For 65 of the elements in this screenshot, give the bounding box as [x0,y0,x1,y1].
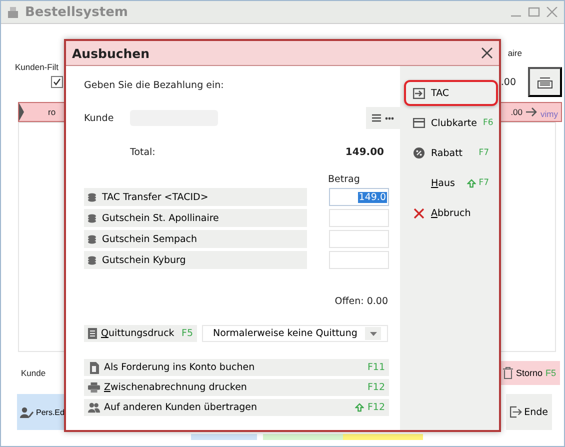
printer-icon [88,382,100,393]
coins-icon [87,213,98,223]
document-icon [88,362,100,374]
receipt-button[interactable] [528,67,562,97]
dialog-title: Ausbuchen [72,46,150,60]
close-icon [413,208,425,218]
close-button[interactable] [481,47,493,59]
amount-field[interactable]: 149.0 [329,188,389,206]
amount-field[interactable] [329,230,389,248]
amount-text: .00 [510,107,523,117]
register-icon [7,6,19,18]
shift-arrow-icon [466,178,476,188]
column-header: Betrag [328,174,361,185]
caret-icon [370,332,376,336]
enter-icon [413,88,425,98]
filter-label: Kunden-Filt [15,62,60,72]
menu-icon [372,114,381,122]
receipt-print-button[interactable]: Quittungsdruck F5 [84,325,197,342]
exit-icon [510,406,522,418]
side-button[interactable]: Haus F7 [404,170,498,196]
payment-method[interactable]: Gutschein Sempach [84,230,307,248]
close-icon[interactable] [546,7,558,17]
action-button[interactable]: Zwischenabrechnung drucken F12 [84,379,389,396]
customer-label: Kunde [21,368,46,378]
side-button[interactable]: Rabatt F7 [404,140,498,166]
order-text: ro [48,107,56,117]
action-button[interactable]: Auf anderen Kunden übertragen F12 [84,399,389,416]
discount-icon [413,147,425,159]
action-button[interactable]: Als Forderung ins Konto buchen F11 [84,359,389,376]
coins-icon [87,255,98,265]
amount-text: .00 [500,76,516,88]
user-edit-icon [20,406,34,418]
end-button[interactable]: Ende [506,394,552,430]
side-button[interactable]: TAC [404,80,498,106]
total-value: 149.00 [345,147,384,158]
side-button[interactable]: Abbruch [404,200,498,226]
row-marker-icon [19,103,24,121]
more-icon [385,116,394,120]
storno-button[interactable]: Storno F5 [498,361,560,385]
maximize-icon[interactable] [528,7,540,17]
card-icon [413,118,425,128]
open-amount: Offen: 0.00 [334,296,388,307]
menu-button[interactable] [366,107,400,129]
payment-method[interactable]: Gutschein Kyburg [84,251,307,269]
receipt-icon [88,328,97,339]
arrow-icon [526,107,538,117]
amount-field[interactable] [329,251,389,269]
trash-icon [502,367,513,379]
filter-checkbox[interactable] [51,76,63,88]
shift-arrow-icon [355,403,364,412]
people-icon [88,402,100,413]
amount-field[interactable] [329,209,389,227]
coins-icon [87,234,98,244]
total-label: Total: [130,147,156,158]
payment-method[interactable]: Gutschein St. Apollinaire [84,209,307,227]
coins-icon [87,192,98,202]
customer-label: Kunde [84,112,115,124]
label-text: aire [508,48,522,58]
payment-method[interactable]: TAC Transfer <TACID> [84,188,307,206]
side-button[interactable]: Clubkarte F6 [404,110,498,136]
receipt-icon [537,76,553,88]
receipt-dropdown[interactable]: Normalerweise keine Quittung [202,325,388,342]
user-text: vimy [540,109,558,119]
prompt-text: Geben Sie die Bezahlung ein: [84,80,225,91]
window-title: Bestellsystem [25,4,129,20]
